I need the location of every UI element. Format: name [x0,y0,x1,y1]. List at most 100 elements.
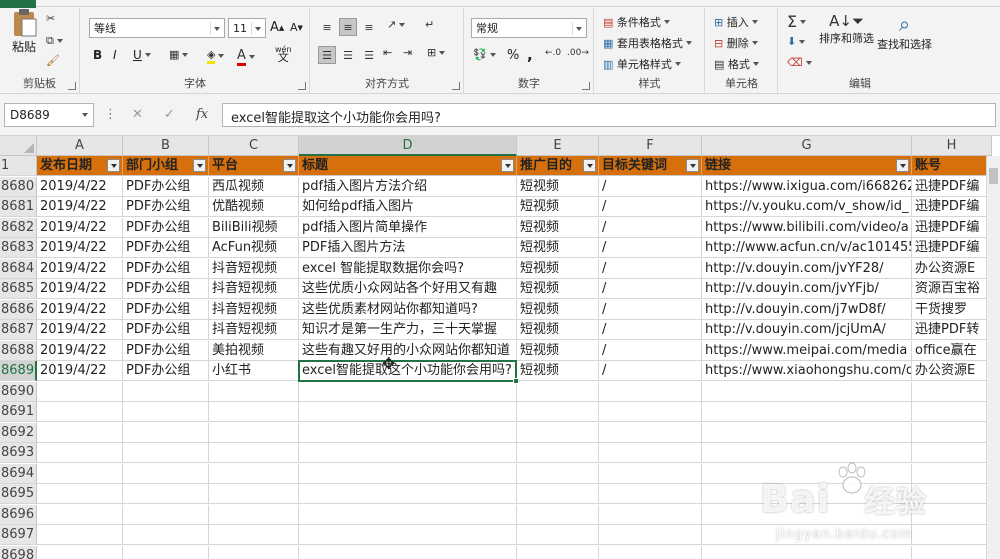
table-header-cell[interactable]: 平台 [209,156,299,176]
row-header[interactable]: 8693 [0,443,37,463]
italic-button[interactable]: I [113,48,117,62]
column-header-f[interactable]: F [599,136,702,156]
table-cell[interactable]: / [599,299,702,320]
table-cell[interactable]: pdf插入图片简单操作 [299,217,517,238]
table-cell[interactable]: 短视频 [517,361,599,381]
table-cell[interactable]: BiliBili视频 [209,217,299,238]
empty-cell[interactable] [599,463,702,484]
shrink-font-button[interactable]: A ▼ [290,21,303,34]
row-header[interactable]: 8694 [0,463,37,484]
table-cell[interactable]: PDF办公组 [123,320,209,340]
table-cell[interactable]: 短视频 [517,279,599,299]
table-cell[interactable]: / [599,361,702,381]
empty-cell[interactable] [517,381,599,402]
empty-cell[interactable] [209,402,299,422]
table-cell[interactable]: 2019/4/22 [37,258,123,279]
table-cell[interactable]: 迅捷PDF编 [912,238,992,258]
table-cell[interactable]: 迅捷PDF转 [912,320,992,340]
paste-button[interactable]: 粘贴 [10,8,38,55]
row-header[interactable]: 8692 [0,422,37,443]
bold-button[interactable]: B [93,48,102,62]
row-header[interactable]: 8682 [0,217,37,238]
fill-button[interactable]: ⬇ [787,35,806,48]
empty-cell[interactable] [209,381,299,402]
table-cell[interactable]: https://www.meipai.com/media [702,340,912,361]
formula-input[interactable]: excel智能提取这个小功能你会用吗? [222,103,996,127]
empty-cell[interactable] [123,463,209,484]
align-middle-button[interactable]: ≡ [339,18,357,36]
table-cell[interactable]: / [599,217,702,238]
orientation-button[interactable]: ↗ [387,18,406,31]
table-cell[interactable]: http://www.acfun.cn/v/ac101455 [702,238,912,258]
column-header-a[interactable]: A [37,136,123,156]
align-right-button[interactable]: ☰ [360,46,378,64]
row-header[interactable]: 8680 [0,176,37,197]
table-cell[interactable]: http://v.douyin.com/jvYFjb/ [702,279,912,299]
table-cell[interactable]: 短视频 [517,258,599,279]
delete-button[interactable]: ⊟ 删除 [714,35,758,51]
table-header-cell[interactable]: 发布日期 [37,156,123,176]
row-header[interactable]: 8696 [0,504,37,525]
empty-cell[interactable] [599,484,702,504]
table-cell[interactable]: 短视频 [517,176,599,197]
table-cell[interactable]: AcFun视频 [209,238,299,258]
filter-dropdown-icon[interactable] [193,159,206,172]
table-cell[interactable]: 干货搜罗 [912,299,992,320]
empty-cell[interactable] [517,504,599,525]
table-cell[interactable]: 这些优质小众网站各个好用又有趣 [299,279,517,299]
alignment-launcher-icon[interactable] [452,82,460,90]
table-cell[interactable]: https://v.youku.com/v_show/id_ [702,197,912,217]
table-cell[interactable]: PDF办公组 [123,238,209,258]
cut-button[interactable]: ✂ [46,12,55,25]
empty-cell[interactable] [123,545,209,559]
filter-dropdown-icon[interactable] [896,159,909,172]
format-button[interactable]: ▤ 格式 [714,56,759,72]
filter-dropdown-icon[interactable] [107,159,120,172]
empty-cell[interactable] [123,381,209,402]
row-header[interactable]: 8685 [0,279,37,299]
table-cell[interactable]: / [599,238,702,258]
row-header[interactable]: 8695 [0,484,37,504]
table-cell[interactable]: / [599,197,702,217]
empty-cell[interactable] [209,422,299,443]
table-cell[interactable]: 西瓜视频 [209,176,299,197]
enter-icon[interactable]: ✓ [164,107,175,122]
autosum-button[interactable]: Σ [787,12,807,31]
table-cell[interactable]: 办公资源E [912,361,992,381]
table-header-cell[interactable]: 链接 [702,156,912,176]
empty-cell[interactable] [299,381,517,402]
empty-cell[interactable] [912,402,992,422]
filter-dropdown-icon[interactable] [583,159,596,172]
table-cell[interactable]: 2019/4/22 [37,340,123,361]
currency-button[interactable]: 💱 [473,48,496,61]
percent-button[interactable]: % [507,48,519,63]
row-header[interactable]: 8681 [0,197,37,217]
empty-cell[interactable] [299,402,517,422]
table-cell[interactable]: / [599,279,702,299]
decrease-decimal-button[interactable]: .00→ [567,48,589,58]
table-cell[interactable]: 迅捷PDF编 [912,217,992,238]
empty-cell[interactable] [517,484,599,504]
table-cell[interactable]: PDF办公组 [123,340,209,361]
format-painter-button[interactable]: 🖌 [46,54,60,67]
insert-button[interactable]: ⊞ 插入 [714,14,758,30]
empty-cell[interactable] [517,402,599,422]
row-header[interactable]: 8691 [0,402,37,422]
table-cell[interactable]: 2019/4/22 [37,320,123,340]
align-top-button[interactable]: ≡ [318,18,336,36]
table-cell[interactable]: 抖音短视频 [209,299,299,320]
table-cell[interactable]: PDF办公组 [123,258,209,279]
table-header-cell[interactable]: 推广目的 [517,156,599,176]
border-button[interactable]: ▦ [169,48,189,61]
empty-cell[interactable] [123,402,209,422]
table-cell[interactable]: 短视频 [517,217,599,238]
table-header-cell[interactable]: 标题 [299,156,517,176]
empty-cell[interactable] [123,484,209,504]
empty-cell[interactable] [37,381,123,402]
empty-cell[interactable] [209,443,299,463]
empty-cell[interactable] [37,484,123,504]
table-cell[interactable]: 知识才是第一生产力，三十天掌握 [299,320,517,340]
table-cell[interactable]: 短视频 [517,320,599,340]
phonetic-button[interactable]: wén 文 [275,46,292,64]
table-cell[interactable]: https://www.bilibili.com/video/a [702,217,912,238]
